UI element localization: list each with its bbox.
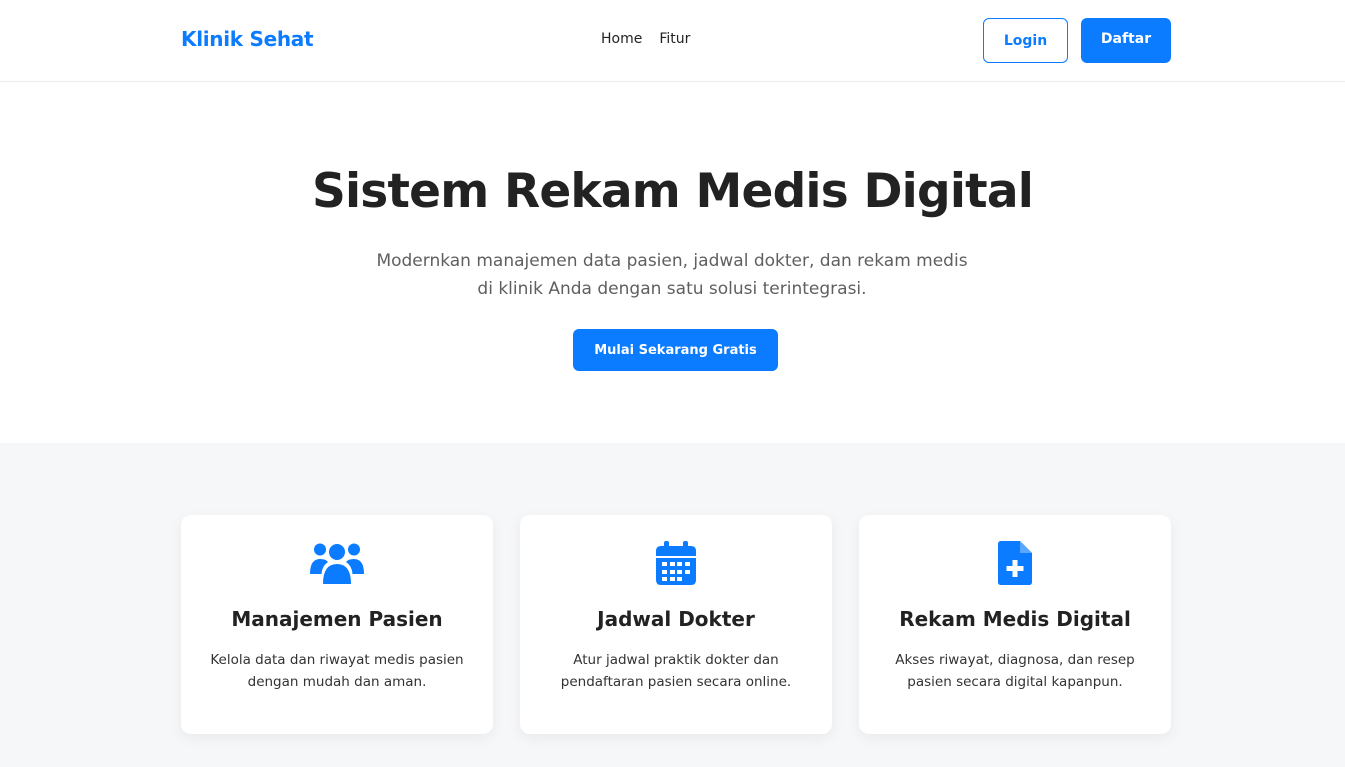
register-button[interactable]: Daftar	[1081, 18, 1171, 63]
calendar-icon	[520, 541, 832, 585]
hero-subtitle: Modernkan manajemen data pasien, jadwal …	[376, 251, 968, 299]
users-icon	[181, 541, 493, 585]
hero-title: Sistem Rekam Medis Digital	[311, 164, 1034, 219]
feature-card-schedule: Jadwal Dokter Atur jadwal praktik dokter…	[520, 515, 832, 734]
feature-title: Jadwal Dokter	[597, 607, 755, 631]
nav-links: Home Fitur	[601, 31, 690, 47]
nav-link-home[interactable]: Home	[601, 31, 642, 47]
features-section: Manajemen Pasien Kelola data dan riwayat…	[0, 443, 1345, 767]
navbar: Klinik Sehat Home Fitur Login Daftar	[0, 0, 1345, 82]
medical-file-icon	[859, 541, 1171, 585]
feature-card-records: Rekam Medis Digital Akses riwayat, diagn…	[859, 515, 1171, 734]
feature-title: Manajemen Pasien	[231, 607, 443, 631]
feature-description: Kelola data dan riwayat medis pasien den…	[210, 652, 464, 690]
feature-title: Rekam Medis Digital	[899, 607, 1131, 631]
login-button[interactable]: Login	[983, 18, 1068, 63]
feature-description: Atur jadwal praktik dokter dan pendaftar…	[560, 652, 792, 690]
feature-description: Akses riwayat, diagnosa, dan resep pasie…	[895, 652, 1135, 690]
hero-section: Sistem Rekam Medis Digital Modernkan man…	[0, 82, 1345, 443]
feature-card-patients: Manajemen Pasien Kelola data dan riwayat…	[181, 515, 493, 734]
brand-logo[interactable]: Klinik Sehat	[181, 27, 314, 51]
nav-link-fitur[interactable]: Fitur	[659, 31, 690, 47]
cta-button[interactable]: Mulai Sekarang Gratis	[573, 329, 778, 371]
